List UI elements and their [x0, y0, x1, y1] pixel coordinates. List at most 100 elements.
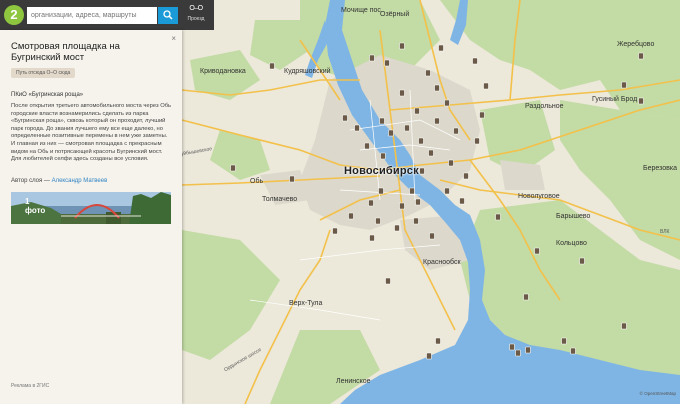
author-prefix: Автор слоя — [11, 178, 52, 184]
place-card-panel: × Смотровая площадка на Бугринский мост … [0, 30, 182, 404]
poi-marker-icon[interactable] [332, 227, 338, 235]
route-button[interactable]: O–O Проезд [181, 3, 211, 27]
poi-marker-icon[interactable] [495, 213, 501, 221]
place-location: ПКиО «Бугринская роща» [11, 92, 84, 98]
map-label-barysheva: Барышево [556, 213, 591, 220]
poi-marker-icon[interactable] [230, 164, 236, 172]
poi-marker-icon[interactable] [399, 89, 405, 97]
poi-marker-icon[interactable] [638, 52, 644, 60]
poi-marker-icon[interactable] [463, 172, 469, 180]
logo-2gis-icon[interactable]: 2 [4, 5, 24, 25]
map-label-berezovka: Березовка [643, 165, 677, 172]
poi-marker-icon[interactable] [419, 167, 425, 175]
poi-marker-icon[interactable] [409, 187, 415, 195]
poi-marker-icon[interactable] [483, 82, 489, 90]
poi-marker-icon[interactable] [289, 175, 295, 183]
poi-marker-icon[interactable] [380, 152, 386, 160]
poi-marker-icon[interactable] [453, 127, 459, 135]
poi-marker-icon[interactable] [388, 129, 394, 137]
map-label-vlk: ВЛК [660, 229, 670, 235]
poi-marker-icon[interactable] [426, 352, 432, 360]
poi-marker-icon[interactable] [579, 257, 585, 265]
photo-thumbnail[interactable]: 1 фото [11, 192, 171, 224]
route-here-button[interactable]: Путь отсюда O–O сюда [11, 68, 76, 78]
poi-marker-icon[interactable] [269, 62, 275, 70]
map-label-krasnoobsk: Краснообск [423, 259, 461, 266]
poi-marker-icon[interactable] [368, 199, 374, 207]
map-label-tolmachevo: Толмачево [262, 196, 298, 203]
map-label-leninskoe: Ленинское [336, 378, 371, 385]
search-button[interactable] [158, 7, 178, 24]
poi-marker-icon[interactable] [369, 54, 375, 62]
poi-marker-icon[interactable] [429, 232, 435, 240]
poi-marker-icon[interactable] [525, 346, 531, 354]
poi-marker-icon[interactable] [438, 44, 444, 52]
poi-marker-icon[interactable] [413, 217, 419, 225]
poi-marker-icon[interactable] [534, 247, 540, 255]
poi-marker-icon[interactable] [414, 107, 420, 115]
poi-marker-icon[interactable] [638, 97, 644, 105]
search-icon [163, 10, 173, 20]
poi-marker-icon[interactable] [375, 217, 381, 225]
poi-marker-icon[interactable] [425, 69, 431, 77]
poi-marker-icon[interactable] [428, 149, 434, 157]
poi-marker-icon[interactable] [523, 293, 529, 301]
poi-marker-icon[interactable] [561, 337, 567, 345]
search-input[interactable] [27, 7, 157, 24]
poi-marker-icon[interactable] [385, 277, 391, 285]
photo-count-label: фото [25, 206, 46, 215]
poi-marker-icon[interactable] [509, 343, 515, 351]
poi-marker-icon[interactable] [448, 159, 454, 167]
poi-marker-icon[interactable] [404, 124, 410, 132]
poi-marker-icon[interactable] [369, 234, 375, 242]
photo-count-number: 1 [25, 197, 30, 206]
photo-count: 1 фото [25, 197, 45, 215]
poi-marker-icon[interactable] [354, 124, 360, 132]
poi-marker-icon[interactable] [415, 198, 421, 206]
place-title: Смотровая площадка на Бугринский мост [11, 41, 120, 63]
poi-marker-icon[interactable] [434, 117, 440, 125]
map-label-ob: Обь [250, 178, 264, 185]
map-label-koltsovo: Кольцово [556, 240, 587, 247]
poi-marker-icon[interactable] [342, 114, 348, 122]
poi-marker-icon[interactable] [348, 212, 354, 220]
map-label-krivodanovka: Криводановка [200, 68, 246, 75]
map-label-novosibirsk: Новосибирск [344, 165, 419, 177]
map-label-gusinyi-brod: Гусиный Брод [592, 96, 638, 103]
poi-marker-icon[interactable] [399, 202, 405, 210]
map-copyright[interactable]: © OpenStreetMap [640, 391, 676, 396]
poi-marker-icon[interactable] [379, 117, 385, 125]
map-label-ozerny: Озёрный [380, 11, 410, 18]
poi-marker-icon[interactable] [621, 81, 627, 89]
top-search-bar: 2 O–O Проезд [0, 0, 214, 30]
route-label: Проезд [187, 16, 205, 22]
poi-marker-icon[interactable] [474, 137, 480, 145]
ad-link[interactable]: Реклама в 2ГИС [11, 383, 49, 389]
place-description: После открытия третьего автомобильного м… [11, 103, 172, 163]
poi-marker-icon[interactable] [434, 84, 440, 92]
map-label-zherebtsovo: Жеребцово [617, 41, 655, 48]
poi-marker-icon[interactable] [444, 99, 450, 107]
poi-marker-icon[interactable] [515, 349, 521, 357]
author-link[interactable]: Александр Матвеев [52, 178, 108, 184]
poi-marker-icon[interactable] [394, 224, 400, 232]
poi-marker-icon[interactable] [418, 137, 424, 145]
map-label-verkh-tula: Верх-Тула [289, 300, 323, 307]
map-label-mochishche: Мочище пос [341, 7, 381, 14]
map-label-novolugovoe: Новолуговое [518, 193, 560, 200]
poi-marker-icon[interactable] [459, 197, 465, 205]
close-icon[interactable]: × [171, 34, 176, 43]
poi-marker-icon[interactable] [435, 337, 441, 345]
poi-marker-icon[interactable] [399, 42, 405, 50]
poi-marker-icon[interactable] [364, 142, 370, 150]
poi-marker-icon[interactable] [621, 322, 627, 330]
poi-marker-icon[interactable] [479, 111, 485, 119]
route-icon: O–O [189, 5, 203, 12]
map-label-kudryashovsky: Кудряшовский [284, 68, 331, 75]
poi-marker-icon[interactable] [444, 187, 450, 195]
poi-marker-icon[interactable] [384, 59, 390, 67]
poi-marker-icon[interactable] [472, 57, 478, 65]
poi-marker-icon[interactable] [378, 187, 384, 195]
map-label-razdolnoe: Раздольное [525, 103, 564, 110]
poi-marker-icon[interactable] [570, 347, 576, 355]
